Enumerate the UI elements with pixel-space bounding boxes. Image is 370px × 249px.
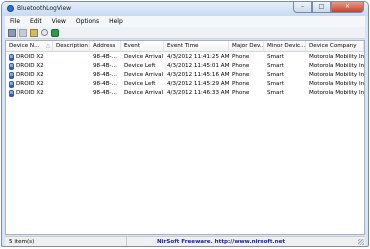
cell-event-time: 4/3/2012 11:45:01 AM [167, 63, 229, 69]
status-item-count: 5 item(s) [7, 237, 127, 246]
cell-description [53, 53, 90, 62]
find-icon[interactable] [41, 29, 48, 36]
cell-device-name: DROID X2 [16, 90, 44, 96]
cell-event: Device Arrival [124, 54, 164, 60]
col-description[interactable]: Description [53, 41, 90, 52]
col-event-time[interactable]: Event Time [164, 41, 229, 52]
toolbar-separator [17, 28, 18, 38]
column-header-row: Device N... △ Description Address Event … [6, 41, 364, 52]
cell-address: 98-4B-... [93, 54, 117, 60]
cell-minor-device: Smart [267, 54, 284, 60]
cell-device-company: Motorola Mobility Inc. [309, 72, 364, 78]
cell-major-device: Phone [232, 63, 250, 69]
cell-address: 98-4B-... [93, 63, 117, 69]
menu-help[interactable]: Help [104, 18, 128, 25]
menu-view[interactable]: View [47, 18, 71, 25]
status-bar: 5 item(s) NirSoft Freeware. http://www.n… [5, 236, 365, 246]
cell-address: 98-4B-... [93, 90, 117, 96]
cell-address: 98-4B-... [93, 81, 117, 87]
cell-description [53, 71, 90, 80]
save-icon[interactable] [8, 29, 16, 37]
cell-event-time: 4/3/2012 11:45:29 AM [167, 81, 229, 87]
col-minor-device[interactable]: Minor Devic... [264, 41, 306, 52]
copy-icon[interactable] [19, 29, 27, 37]
cell-event: Device Arrival [124, 90, 164, 96]
bluetooth-app-icon [7, 5, 14, 12]
cell-minor-device: Smart [267, 90, 284, 96]
cell-event: Device Arrival [124, 72, 164, 78]
menu-file[interactable]: File [5, 18, 25, 25]
cell-device-company: Motorola Mobility Inc. [309, 63, 364, 69]
cell-device-company: Motorola Mobility Inc. [309, 90, 364, 96]
cell-description [53, 80, 90, 89]
cell-minor-device: Smart [267, 63, 284, 69]
table-row[interactable]: ʙ DROID X2 98-4B-... Device Arrival 4/3/… [6, 53, 364, 62]
cell-device-name: DROID X2 [16, 72, 44, 78]
toolbar [5, 27, 365, 39]
properties-icon[interactable] [30, 29, 38, 37]
menu-bar: File Edit View Options Help [5, 16, 365, 27]
table-row[interactable]: ʙ DROID X2 98-4B-... Device Left 4/3/201… [6, 62, 364, 71]
cell-minor-device: Smart [267, 81, 284, 87]
table-row[interactable]: ʙ DROID X2 98-4B-... Device Arrival 4/3/… [6, 71, 364, 80]
cell-description [53, 62, 90, 71]
cell-major-device: Phone [232, 72, 250, 78]
cell-description [53, 89, 90, 98]
cell-major-device: Phone [232, 54, 250, 60]
table-row[interactable]: ʙ DROID X2 98-4B-... Device Arrival 4/3/… [6, 89, 364, 98]
maximize-button[interactable]: □ [312, 2, 331, 13]
cell-event: Device Left [124, 63, 156, 69]
resize-grip-icon[interactable] [358, 239, 364, 245]
event-list[interactable]: Device N... △ Description Address Event … [5, 40, 365, 235]
cell-minor-device: Smart [267, 72, 284, 78]
cell-device-name: DROID X2 [16, 54, 44, 60]
cell-event-time: 4/3/2012 11:46:33 AM [167, 90, 229, 96]
cell-device-name: DROID X2 [16, 63, 44, 69]
cell-major-device: Phone [232, 81, 250, 87]
nirsoft-link[interactable]: NirSoft Freeware. http://www.nirsoft.net [157, 237, 285, 246]
cell-event-time: 4/3/2012 11:41:25 AM [167, 54, 229, 60]
app-window: BluetoothLogView – □ ✕ File Edit View Op… [1, 1, 369, 247]
sort-arrow-icon: △ [46, 43, 50, 49]
title-bar[interactable]: BluetoothLogView – □ ✕ [2, 2, 368, 16]
cell-device-company: Motorola Mobility Inc. [309, 81, 364, 87]
window-title: BluetoothLogView [17, 5, 72, 12]
cell-device-company: Motorola Mobility Inc. [309, 54, 364, 60]
col-address[interactable]: Address [90, 41, 121, 52]
menu-edit[interactable]: Edit [25, 18, 47, 25]
refresh-icon[interactable] [51, 29, 59, 37]
cell-device-name: DROID X2 [16, 81, 44, 87]
minimize-button[interactable]: – [293, 2, 312, 13]
cell-address: 98-4B-... [93, 72, 117, 78]
close-button[interactable]: ✕ [331, 2, 364, 13]
col-major-device[interactable]: Major Dev... [229, 41, 264, 52]
col-device-company[interactable]: Device Company [306, 41, 364, 52]
cell-major-device: Phone [232, 90, 250, 96]
caption-buttons: – □ ✕ [293, 2, 364, 13]
table-row[interactable]: ʙ DROID X2 98-4B-... Device Left 4/3/201… [6, 80, 364, 89]
cell-event: Device Left [124, 81, 156, 87]
menu-options[interactable]: Options [71, 18, 104, 25]
cell-event-time: 4/3/2012 11:45:16 AM [167, 72, 229, 78]
col-event[interactable]: Event [121, 41, 164, 52]
